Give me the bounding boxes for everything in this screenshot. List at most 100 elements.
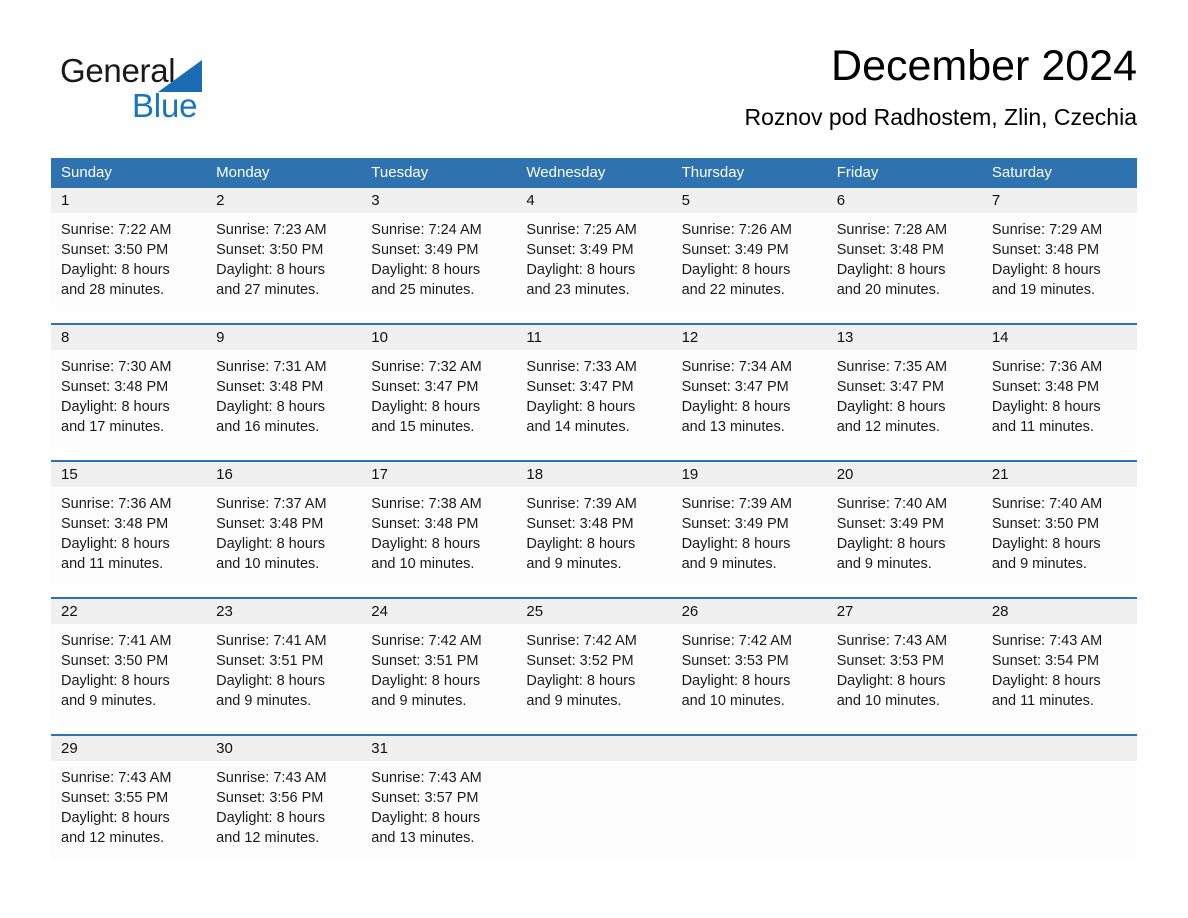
calendar-day-cell[interactable]: 6 Sunrise: 7:28 AM Sunset: 3:48 PM Daylight… xyxy=(826,188,982,311)
daylight-text-line2: and 27 minutes. xyxy=(216,282,320,298)
sunset-text: Sunset: 3:48 PM xyxy=(61,516,169,532)
calendar-day-cell[interactable]: 3 Sunrise: 7:24 AM Sunset: 3:49 PM Daylight… xyxy=(361,188,517,311)
daylight-text-line2: and 28 minutes. xyxy=(61,282,165,298)
sunset-text: Sunset: 3:50 PM xyxy=(61,653,169,669)
day-number: 18 xyxy=(516,462,672,487)
day-info: Sunrise: 7:42 AM Sunset: 3:51 PM Daylight:… xyxy=(361,624,516,711)
calendar-day-cell[interactable]: 12 Sunrise: 7:34 AM Sunset: 3:47 PM Dayligh… xyxy=(671,325,827,448)
calendar-day-cell[interactable]: 5 Sunrise: 7:26 AM Sunset: 3:49 PM Daylight… xyxy=(671,188,827,311)
calendar-day-cell[interactable]: 30 Sunrise: 7:43 AM Sunset: 3:56 PM Dayligh… xyxy=(206,736,362,859)
day-number: 10 xyxy=(361,325,517,350)
sunset-text: Sunset: 3:53 PM xyxy=(836,653,944,669)
day-info: Sunrise: 7:39 AM Sunset: 3:48 PM Daylight:… xyxy=(516,487,671,574)
daylight-text-line2: and 9 minutes. xyxy=(526,556,622,572)
sunrise-text: Sunrise: 7:22 AM xyxy=(61,222,172,238)
sunrise-text: Sunrise: 7:39 AM xyxy=(526,496,637,512)
calendar-day-cell[interactable]: 22 Sunrise: 7:41 AM Sunset: 3:50 PM Dayligh… xyxy=(51,599,207,722)
daylight-text-line2: and 22 minutes. xyxy=(681,282,785,298)
daylight-text-line1: Daylight: 8 hours xyxy=(836,399,946,415)
sunrise-text: Sunrise: 7:43 AM xyxy=(371,770,482,786)
day-number: 19 xyxy=(671,462,827,487)
weekday-header-wednesday: Wednesday xyxy=(526,164,606,181)
sunrise-text: Sunrise: 7:36 AM xyxy=(991,359,1103,375)
day-number: 8 xyxy=(51,325,207,350)
sunset-text: Sunset: 3:50 PM xyxy=(61,242,169,258)
calendar-day-cell-empty xyxy=(671,736,827,859)
calendar-day-cell[interactable]: 19 Sunrise: 7:39 AM Sunset: 3:49 PM Dayligh… xyxy=(671,462,827,585)
daylight-text-line1: Daylight: 8 hours xyxy=(526,399,636,415)
day-number: 2 xyxy=(206,188,362,213)
sunrise-text: Sunrise: 7:33 AM xyxy=(526,359,637,375)
day-number: 1 xyxy=(51,188,207,213)
calendar-day-cell[interactable]: 7 Sunrise: 7:29 AM Sunset: 3:48 PM Daylight… xyxy=(981,188,1137,311)
day-number: 31 xyxy=(361,736,517,761)
daylight-text-line1: Daylight: 8 hours xyxy=(681,673,791,689)
day-info: Sunrise: 7:35 AM Sunset: 3:47 PM Daylight:… xyxy=(827,350,982,437)
day-info: Sunrise: 7:31 AM Sunset: 3:48 PM Daylight:… xyxy=(206,350,361,437)
calendar-day-cell[interactable]: 18 Sunrise: 7:39 AM Sunset: 3:48 PM Dayligh… xyxy=(516,462,672,585)
calendar-day-cell[interactable]: 17 Sunrise: 7:38 AM Sunset: 3:48 PM Dayligh… xyxy=(361,462,517,585)
sunrise-text: Sunrise: 7:36 AM xyxy=(61,496,172,512)
sunset-text: Sunset: 3:47 PM xyxy=(371,379,479,395)
calendar-week-row: 15 Sunrise: 7:36 AM Sunset: 3:48 PM Dayligh… xyxy=(51,460,1137,585)
daylight-text-line1: Daylight: 8 hours xyxy=(371,673,481,689)
daylight-text-line2: and 16 minutes. xyxy=(216,419,320,435)
calendar-day-cell[interactable]: 11 Sunrise: 7:33 AM Sunset: 3:47 PM Dayligh… xyxy=(516,325,672,448)
calendar-day-cell[interactable]: 20 Sunrise: 7:40 AM Sunset: 3:49 PM Dayligh… xyxy=(826,462,982,585)
daylight-text-line2: and 11 minutes. xyxy=(61,556,164,572)
calendar-day-cell[interactable]: 15 Sunrise: 7:36 AM Sunset: 3:48 PM Dayligh… xyxy=(51,462,207,585)
daylight-text-line1: Daylight: 8 hours xyxy=(836,673,946,689)
calendar-day-cell[interactable]: 10 Sunrise: 7:32 AM Sunset: 3:47 PM Dayligh… xyxy=(361,325,517,448)
calendar-day-cell[interactable]: 2 Sunrise: 7:23 AM Sunset: 3:50 PM Daylight… xyxy=(206,188,362,311)
sunrise-text: Sunrise: 7:29 AM xyxy=(991,222,1103,238)
calendar-day-cell[interactable]: 29 Sunrise: 7:43 AM Sunset: 3:55 PM Dayligh… xyxy=(51,736,207,859)
day-number: 26 xyxy=(671,599,827,624)
sunrise-text: Sunrise: 7:37 AM xyxy=(216,496,327,512)
sunset-text: Sunset: 3:48 PM xyxy=(526,516,634,532)
calendar-day-cell[interactable]: 13 Sunrise: 7:35 AM Sunset: 3:47 PM Dayligh… xyxy=(826,325,982,448)
calendar-day-cell[interactable]: 1 Sunrise: 7:22 AM Sunset: 3:50 PM Daylight… xyxy=(51,188,207,311)
calendar-page: General Blue December 2024 Roznov pod Ra… xyxy=(0,0,1188,918)
page-title: December 2024 xyxy=(831,42,1137,90)
calendar-day-cell[interactable]: 24 Sunrise: 7:42 AM Sunset: 3:51 PM Dayligh… xyxy=(361,599,517,722)
calendar-day-cell[interactable]: 14 Sunrise: 7:36 AM Sunset: 3:48 PM Dayligh… xyxy=(981,325,1137,448)
daylight-text-line1: Daylight: 8 hours xyxy=(526,262,636,278)
daylight-text-line2: and 9 minutes. xyxy=(371,693,467,709)
calendar-day-cell[interactable]: 8 Sunrise: 7:30 AM Sunset: 3:48 PM Daylight… xyxy=(51,325,207,448)
sunset-text: Sunset: 3:50 PM xyxy=(991,516,1100,532)
day-info: Sunrise: 7:37 AM Sunset: 3:48 PM Daylight:… xyxy=(206,487,361,574)
daylight-text-line1: Daylight: 8 hours xyxy=(991,536,1101,552)
day-number: 4 xyxy=(516,188,672,213)
day-info: Sunrise: 7:24 AM Sunset: 3:49 PM Daylight:… xyxy=(361,213,516,300)
calendar-day-cell[interactable]: 27 Sunrise: 7:43 AM Sunset: 3:53 PM Dayligh… xyxy=(826,599,982,722)
sunrise-text: Sunrise: 7:42 AM xyxy=(526,633,637,649)
sunrise-text: Sunrise: 7:43 AM xyxy=(216,770,327,786)
calendar-day-cell[interactable]: 26 Sunrise: 7:42 AM Sunset: 3:53 PM Dayligh… xyxy=(671,599,827,722)
day-number xyxy=(826,736,982,761)
weekday-header-friday: Friday xyxy=(836,164,879,181)
day-number: 25 xyxy=(516,599,672,624)
sunset-text: Sunset: 3:49 PM xyxy=(681,516,789,532)
day-info: Sunrise: 7:43 AM Sunset: 3:57 PM Daylight:… xyxy=(361,761,516,848)
calendar-day-cell[interactable]: 25 Sunrise: 7:42 AM Sunset: 3:52 PM Dayligh… xyxy=(516,599,672,722)
daylight-text-line2: and 10 minutes. xyxy=(681,693,785,709)
calendar-day-cell[interactable]: 21 Sunrise: 7:40 AM Sunset: 3:50 PM Dayligh… xyxy=(981,462,1137,585)
daylight-text-line2: and 10 minutes. xyxy=(216,556,320,572)
calendar-day-cell[interactable]: 23 Sunrise: 7:41 AM Sunset: 3:51 PM Dayligh… xyxy=(206,599,362,722)
general-blue-logo[interactable]: General Blue xyxy=(60,51,260,127)
calendar-day-cell[interactable]: 4 Sunrise: 7:25 AM Sunset: 3:49 PM Daylight… xyxy=(516,188,672,311)
daylight-text-line1: Daylight: 8 hours xyxy=(61,673,170,689)
calendar-day-cell[interactable]: 31 Sunrise: 7:43 AM Sunset: 3:57 PM Dayligh… xyxy=(361,736,517,859)
daylight-text-line2: and 25 minutes. xyxy=(371,282,475,298)
day-info: Sunrise: 7:22 AM Sunset: 3:50 PM Daylight:… xyxy=(51,213,206,300)
calendar-day-cell[interactable]: 28 Sunrise: 7:43 AM Sunset: 3:54 PM Dayligh… xyxy=(981,599,1137,722)
sunrise-text: Sunrise: 7:24 AM xyxy=(371,222,482,238)
sunset-text: Sunset: 3:53 PM xyxy=(681,653,789,669)
sunrise-text: Sunrise: 7:38 AM xyxy=(371,496,482,512)
sunset-text: Sunset: 3:49 PM xyxy=(836,516,944,532)
daylight-text-line1: Daylight: 8 hours xyxy=(61,810,170,826)
day-info: Sunrise: 7:43 AM Sunset: 3:54 PM Daylight:… xyxy=(982,624,1137,711)
calendar-day-cell[interactable]: 16 Sunrise: 7:37 AM Sunset: 3:48 PM Dayligh… xyxy=(206,462,362,585)
calendar-day-cell[interactable]: 9 Sunrise: 7:31 AM Sunset: 3:48 PM Daylight… xyxy=(206,325,362,448)
calendar-week-row: 29 Sunrise: 7:43 AM Sunset: 3:55 PM Dayligh… xyxy=(51,734,1137,859)
